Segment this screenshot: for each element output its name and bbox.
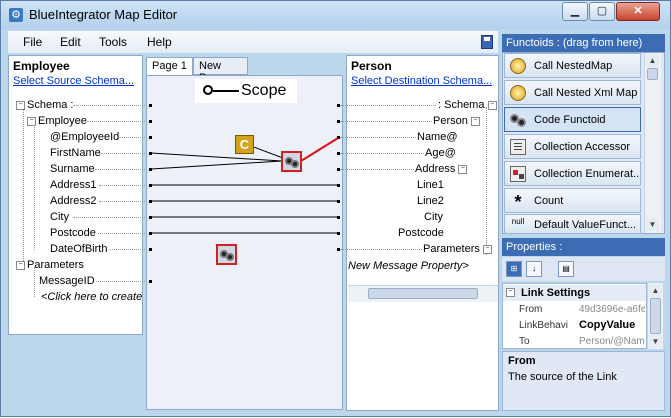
scrollbar-thumb[interactable] xyxy=(650,298,661,334)
functoid-call-nestedmap[interactable]: Call NestedMap xyxy=(504,53,641,78)
expander-icon[interactable]: − xyxy=(482,244,492,254)
gear-icon xyxy=(226,253,234,261)
functoid-collection-accessor[interactable]: Collection Accessor xyxy=(504,134,641,159)
link-name-selected[interactable] xyxy=(300,137,339,162)
scroll-down-icon[interactable]: ▼ xyxy=(649,335,662,348)
enumerator-icon xyxy=(510,166,526,182)
destination-node-name[interactable]: Name@ xyxy=(417,131,458,143)
collapse-icon[interactable]: − xyxy=(506,288,515,297)
gear-icon xyxy=(291,160,299,168)
destination-node-parameters[interactable]: Parameters − xyxy=(423,243,494,255)
destination-node-line1[interactable]: Line1 xyxy=(417,179,444,191)
destination-horizontal-scrollbar[interactable] xyxy=(348,285,498,302)
link-surname[interactable] xyxy=(150,160,283,170)
destination-leader-line xyxy=(340,153,424,154)
map-editor-window: ⚙ BlueIntegrator Map Editor ▁ ▢ ✕ File E… xyxy=(0,0,671,417)
properties-toolbar: ⊞ ↓ ▤ xyxy=(502,257,665,281)
asterisk-icon: * xyxy=(514,192,522,212)
functoid-call-nested-xml-map[interactable]: Call Nested Xml Map xyxy=(504,80,641,105)
description-title: From xyxy=(508,355,536,367)
scroll-up-icon[interactable]: ▲ xyxy=(649,284,662,297)
destination-leader-line xyxy=(340,121,432,122)
scroll-up-icon[interactable]: ▲ xyxy=(646,54,659,67)
categorized-icon[interactable]: ⊞ xyxy=(506,261,522,277)
gears-icon xyxy=(510,112,526,128)
gold-orb-icon xyxy=(510,58,526,74)
code-functoid[interactable] xyxy=(216,244,237,265)
properties-scrollbar[interactable]: ▲ ▼ xyxy=(647,283,663,349)
scrollbar-thumb[interactable] xyxy=(647,68,658,80)
functoid-collection-enumerator[interactable]: Collection Enumerat... xyxy=(504,161,641,186)
destination-node-postcode[interactable]: Postcode xyxy=(398,227,444,239)
description-text: The source of the Link xyxy=(508,371,617,383)
destination-node-schema[interactable]: : Schema − xyxy=(438,99,499,111)
alphabetical-sort-icon[interactable]: ↓ xyxy=(526,261,542,277)
destination-node-address[interactable]: Address − xyxy=(415,163,469,175)
select-destination-schema-link[interactable]: Select Destination Schema... xyxy=(347,75,496,87)
scroll-down-icon[interactable]: ▼ xyxy=(646,218,659,231)
property-description: From The source of the Link xyxy=(502,351,665,411)
expander-icon[interactable]: − xyxy=(487,100,497,110)
destination-new-message-property[interactable]: New Message Property> xyxy=(348,260,469,272)
destination-leader-line xyxy=(340,169,414,170)
properties-grid: − Link Settings From 49d3696e-a6fe LinkB… xyxy=(502,283,647,349)
destination-node-person[interactable]: Person − xyxy=(433,115,482,127)
property-category-link-settings[interactable]: − Link Settings xyxy=(503,285,646,301)
destination-leader-line xyxy=(340,249,422,250)
destination-node-line2[interactable]: Line2 xyxy=(417,195,444,207)
functoids-header: Functoids : (drag from here) xyxy=(502,34,665,52)
constant-functoid[interactable]: C xyxy=(235,135,254,154)
functoid-default-value[interactable]: null Default ValueFunct... xyxy=(504,214,641,234)
property-pages-icon[interactable]: ▤ xyxy=(558,261,574,277)
destination-schema-header: Person xyxy=(351,59,392,73)
code-functoid-selected[interactable] xyxy=(281,151,302,172)
destination-node-city[interactable]: City xyxy=(424,211,443,223)
functoids-scrollbar[interactable]: ▲ ▼ xyxy=(644,53,661,233)
destination-tree-guide xyxy=(486,107,487,255)
destination-leader-line xyxy=(340,137,416,138)
functoid-code-functoid[interactable]: Code Functoid xyxy=(504,107,641,132)
property-row-to[interactable]: To Person/@Nam xyxy=(503,334,646,348)
property-row-from[interactable]: From 49d3696e-a6fe xyxy=(503,302,646,317)
functoid-count[interactable]: * Count xyxy=(504,188,641,213)
expander-icon[interactable]: − xyxy=(458,164,468,174)
scrollbar-thumb[interactable] xyxy=(368,288,478,299)
destination-leader-line xyxy=(340,105,436,106)
expander-icon[interactable]: − xyxy=(470,116,480,126)
collection-icon xyxy=(510,139,526,155)
destination-node-age[interactable]: Age@ xyxy=(425,147,456,159)
gold-orb-icon xyxy=(510,85,526,101)
null-icon: null xyxy=(511,217,525,226)
link-constant-c[interactable] xyxy=(250,145,284,159)
property-row-linkbehavior[interactable]: LinkBehavi CopyValue xyxy=(503,318,646,333)
properties-header: Properties : xyxy=(502,238,665,256)
link-firstname[interactable] xyxy=(150,152,283,162)
